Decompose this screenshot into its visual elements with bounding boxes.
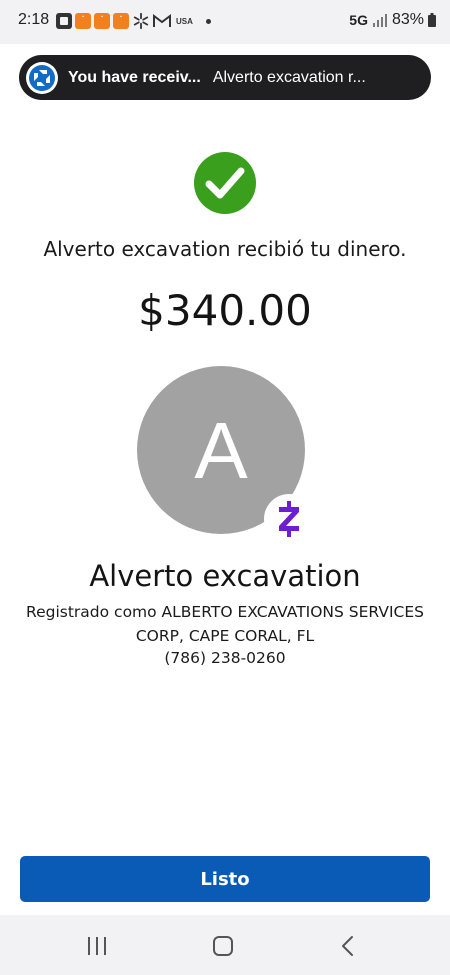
notification-title: You have receiv...: [68, 68, 201, 86]
notification-body: Alverto excavation r...: [212, 68, 366, 86]
avatar-initial: A: [194, 406, 248, 495]
back-icon[interactable]: [340, 935, 356, 957]
status-right: 5G 83%: [349, 11, 436, 29]
recent-apps-icon[interactable]: [86, 937, 108, 955]
chase-icon: [56, 13, 72, 29]
more-notifications-dot: [205, 18, 211, 24]
recipient-name: Alverto excavation: [89, 559, 361, 593]
confirmation-message: Alverto excavation recibió tu dinero.: [43, 237, 407, 261]
walmart-icon: [133, 12, 149, 30]
recipient-phone: (786) 238-0260: [164, 649, 286, 667]
status-notification-icons: ▪ ▪ ▪ USA: [56, 11, 211, 31]
home-icon[interactable]: [213, 936, 233, 956]
done-button[interactable]: Listo: [20, 856, 430, 902]
status-time: 2:18: [18, 11, 50, 28]
check-circle-icon: [194, 152, 256, 214]
battery-percent: 83%: [391, 11, 424, 28]
notification-banner[interactable]: You have receiv... Alverto excavation r.…: [19, 55, 431, 100]
usa-label: USA: [176, 16, 193, 26]
chase-icon: [26, 61, 58, 94]
gmail-icon: [153, 14, 171, 27]
status-bar: 2:18 ▪ ▪ ▪ USA 5G 83%: [0, 0, 450, 44]
registered-as-text: Registrado como ALBERTO EXCAVATIONS SERV…: [26, 603, 424, 645]
battery-icon: [428, 13, 436, 27]
bank-app-icon: ▪: [75, 13, 91, 29]
navigation-bar: [0, 915, 450, 975]
zelle-icon: [264, 494, 314, 544]
bank-app-icon: ▪: [113, 13, 129, 29]
signal-icon: [372, 14, 387, 27]
bank-app-icon: ▪: [94, 13, 110, 29]
network-label: 5G: [349, 12, 368, 28]
payment-amount: $340.00: [138, 286, 312, 335]
